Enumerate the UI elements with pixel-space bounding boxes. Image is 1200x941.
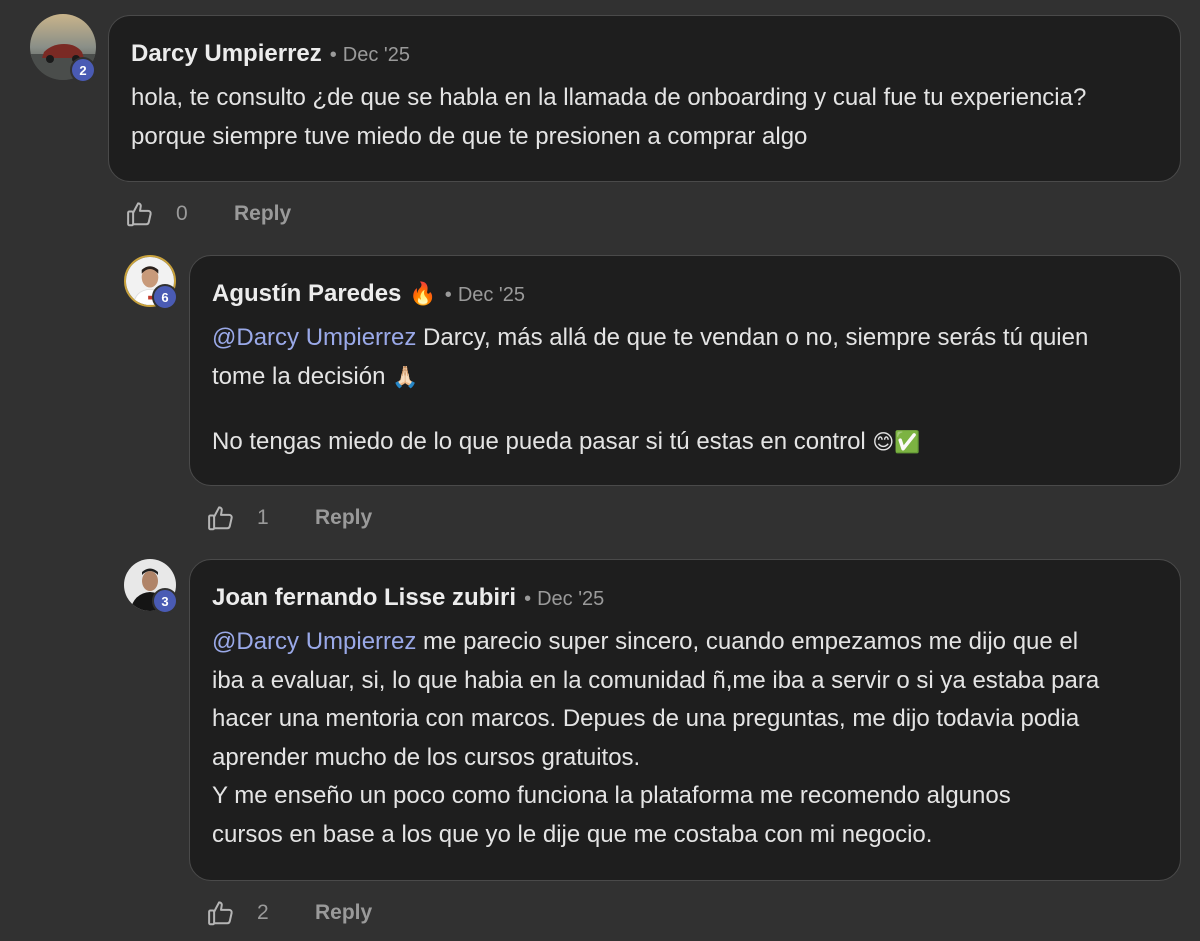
comment-paragraph: No tengas miedo de lo que pueda pasar si…	[212, 423, 1088, 463]
comment-line: @Darcy Umpierrez me parecio super sincer…	[212, 628, 1079, 655]
level-badge: 3	[152, 588, 178, 614]
like-count: 0	[176, 202, 188, 225]
comment-bubble: Darcy Umpierrez • Dec '25 hola, te consu…	[108, 15, 1181, 182]
comment-actions: 2 Reply	[205, 893, 372, 933]
comment-bubble: Agustín Paredes 🔥 • Dec '25 @Darcy Umpie…	[189, 255, 1181, 486]
comment-body: @Darcy Umpierrez me parecio super sincer…	[212, 623, 1099, 854]
comment-line: aprender mucho de los cursos gratuitos.	[212, 743, 641, 771]
author-name[interactable]: Darcy Umpierrez	[131, 40, 322, 68]
comment-line: No tengas miedo de lo que pueda pasar si…	[212, 428, 921, 455]
comment-date[interactable]: Dec '25	[343, 44, 410, 67]
level-badge: 6	[152, 284, 178, 310]
comment-line: iba a evaluar, si, lo que habia en la co…	[212, 666, 1100, 694]
comment-date[interactable]: Dec '25	[458, 284, 525, 307]
comment-line: @Darcy Umpierrez Darcy, más allá de que …	[212, 324, 1089, 351]
comment-bubble: Joan fernando Lisse zubiri • Dec '25 @Da…	[189, 559, 1181, 881]
like-count: 1	[257, 506, 269, 529]
author-name[interactable]: Agustín Paredes	[212, 280, 401, 308]
comment-line: hola, te consulto ¿de que se habla en la…	[131, 84, 1087, 111]
comment-header: Joan fernando Lisse zubiri • Dec '25	[212, 584, 604, 612]
comment-paragraph: @Darcy Umpierrez Darcy, más allá de que …	[212, 319, 1088, 397]
comment-header: Agustín Paredes 🔥 • Dec '25	[212, 280, 525, 308]
separator-dot: •	[524, 588, 532, 610]
avatar-agustin[interactable]: 6	[124, 255, 178, 310]
level-badge: 2	[70, 57, 96, 83]
like-count: 2	[257, 901, 269, 924]
thumbs-up-icon[interactable]	[124, 198, 156, 230]
avatar-darcy[interactable]: 2	[30, 14, 96, 83]
thumbs-up-icon[interactable]	[205, 897, 237, 929]
avatar-joan[interactable]: 3	[124, 559, 178, 614]
comment-body: hola, te consulto ¿de que se habla en la…	[131, 79, 1086, 156]
comment-line: Y me enseño un poco como funciona la pla…	[212, 782, 1011, 809]
praying-hands-icon: 🙏🏻	[392, 365, 419, 389]
comment-actions: 0 Reply	[124, 194, 291, 234]
user-mention[interactable]: @Darcy Umpierrez	[212, 628, 416, 655]
comment-body: @Darcy Umpierrez Darcy, más allá de que …	[212, 319, 1088, 463]
author-name[interactable]: Joan fernando Lisse zubiri	[212, 584, 516, 612]
reply-button[interactable]: Reply	[315, 901, 372, 925]
comment-header: Darcy Umpierrez • Dec '25	[131, 40, 410, 68]
comment-line: tome la decisión 🙏🏻	[212, 362, 419, 390]
reply-button[interactable]: Reply	[315, 506, 372, 530]
comment-line: porque siempre tuve miedo de que te pres…	[131, 122, 808, 150]
smile-check-icon: 😊✅	[872, 431, 921, 454]
user-mention[interactable]: @Darcy Umpierrez	[212, 324, 416, 351]
comment-line: cursos en base a los que yo le dije que …	[212, 820, 933, 848]
comment-actions: 1 Reply	[205, 498, 372, 538]
reply-button[interactable]: Reply	[234, 202, 291, 226]
comment-line: hacer una mentoria con marcos. Depues de…	[212, 705, 1080, 732]
separator-dot: •	[444, 284, 452, 306]
thumbs-up-icon[interactable]	[205, 502, 237, 534]
separator-dot: •	[329, 44, 337, 66]
fire-icon: 🔥	[409, 281, 437, 306]
comment-date[interactable]: Dec '25	[537, 588, 604, 611]
comment-thread: 2 Darcy Umpierrez • Dec '25 hola, te con…	[0, 0, 1200, 941]
